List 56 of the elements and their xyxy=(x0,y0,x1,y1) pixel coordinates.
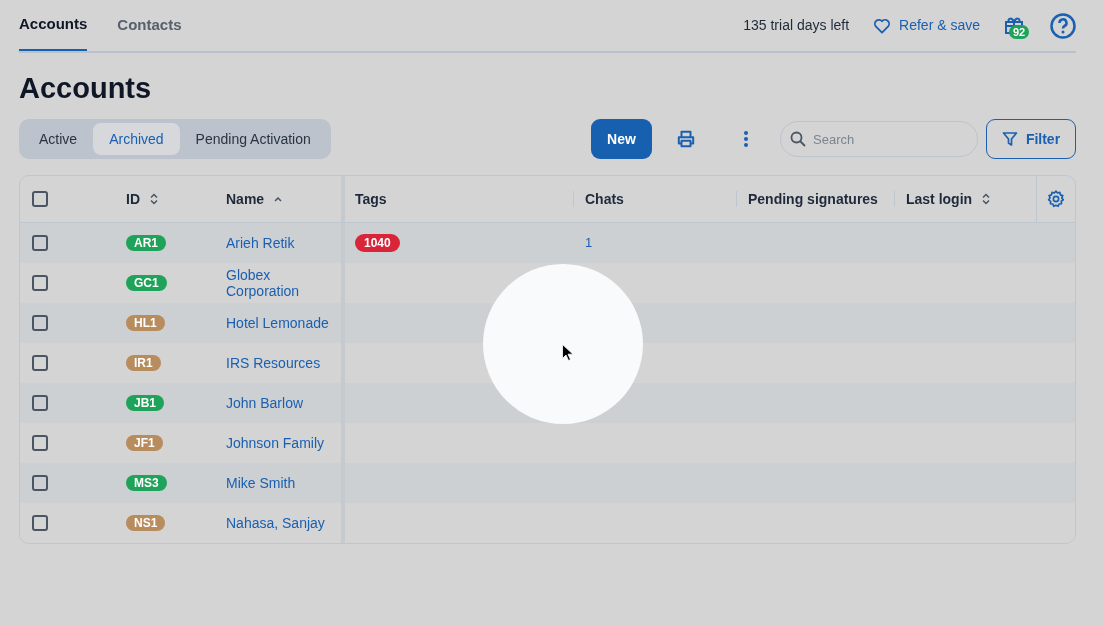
column-header: Pending signatures xyxy=(748,189,878,209)
id-badge: MS3 xyxy=(126,475,167,491)
column-header: Tags xyxy=(355,189,387,209)
row-checkbox[interactable] xyxy=(32,275,48,291)
select-all-checkbox[interactable] xyxy=(32,191,48,207)
account-name-link[interactable]: IRS Resources xyxy=(226,355,321,371)
sort-ascending-icon[interactable] xyxy=(274,196,283,202)
print-icon[interactable] xyxy=(677,130,695,148)
sort-icon[interactable] xyxy=(982,193,991,205)
more-icon[interactable] xyxy=(743,130,749,148)
column-header: ID xyxy=(126,189,140,209)
id-badge: AR1 xyxy=(126,235,166,251)
search-icon xyxy=(790,131,806,147)
account-name-link[interactable]: Globex Corporation xyxy=(226,267,333,299)
row-checkbox[interactable] xyxy=(32,235,48,251)
id-badge: GC1 xyxy=(126,275,167,291)
account-name-link[interactable]: Mike Smith xyxy=(226,475,296,491)
status-tab[interactable]: Active xyxy=(23,123,94,155)
account-name-link[interactable]: Johnson Family xyxy=(226,435,325,451)
row-checkbox[interactable] xyxy=(32,435,48,451)
help-icon[interactable] xyxy=(1050,12,1076,39)
row-checkbox[interactable] xyxy=(32,315,48,331)
trial-days-text: 135 trial days left xyxy=(743,16,850,35)
search-field[interactable]: Search xyxy=(780,121,978,157)
nav-tab[interactable]: Contacts xyxy=(117,0,182,51)
refer-link[interactable]: Refer & save xyxy=(873,15,980,36)
chats-count-link[interactable]: 1 xyxy=(585,233,593,253)
tag-badge: 1040 xyxy=(355,234,400,252)
id-badge: JB1 xyxy=(126,395,164,411)
column-header: Last login xyxy=(906,189,973,209)
row-checkbox[interactable] xyxy=(32,355,48,371)
id-badge: JF1 xyxy=(126,435,163,451)
heart-icon xyxy=(873,17,892,34)
id-badge: NS1 xyxy=(126,515,166,531)
settings-icon[interactable] xyxy=(1047,190,1065,208)
column-header: Name xyxy=(226,189,265,209)
filter-button[interactable]: Filter xyxy=(986,119,1076,159)
row-checkbox[interactable] xyxy=(32,515,48,531)
account-name-link[interactable]: John Barlow xyxy=(226,395,304,411)
account-name-link[interactable]: Nahasa, Sanjay xyxy=(226,515,325,531)
new-button[interactable]: New xyxy=(591,119,652,159)
status-tab[interactable]: Archived xyxy=(93,123,180,155)
cursor-icon xyxy=(562,344,573,361)
filter-icon xyxy=(1001,131,1018,147)
id-badge: IR1 xyxy=(126,355,161,371)
account-name-link[interactable]: Arieh Retik xyxy=(226,235,295,251)
page-title: Accounts xyxy=(19,71,153,106)
notification-badge: 92 xyxy=(1009,24,1030,39)
status-tab[interactable]: Pending Activation xyxy=(179,123,327,155)
account-name-link[interactable]: Hotel Lemonade xyxy=(226,315,329,331)
sort-icon[interactable] xyxy=(150,193,158,205)
row-checkbox[interactable] xyxy=(32,395,48,411)
nav-tab[interactable]: Accounts xyxy=(19,0,88,51)
column-header: Chats xyxy=(585,189,624,209)
row-checkbox[interactable] xyxy=(32,475,48,491)
id-badge: HL1 xyxy=(126,315,165,331)
